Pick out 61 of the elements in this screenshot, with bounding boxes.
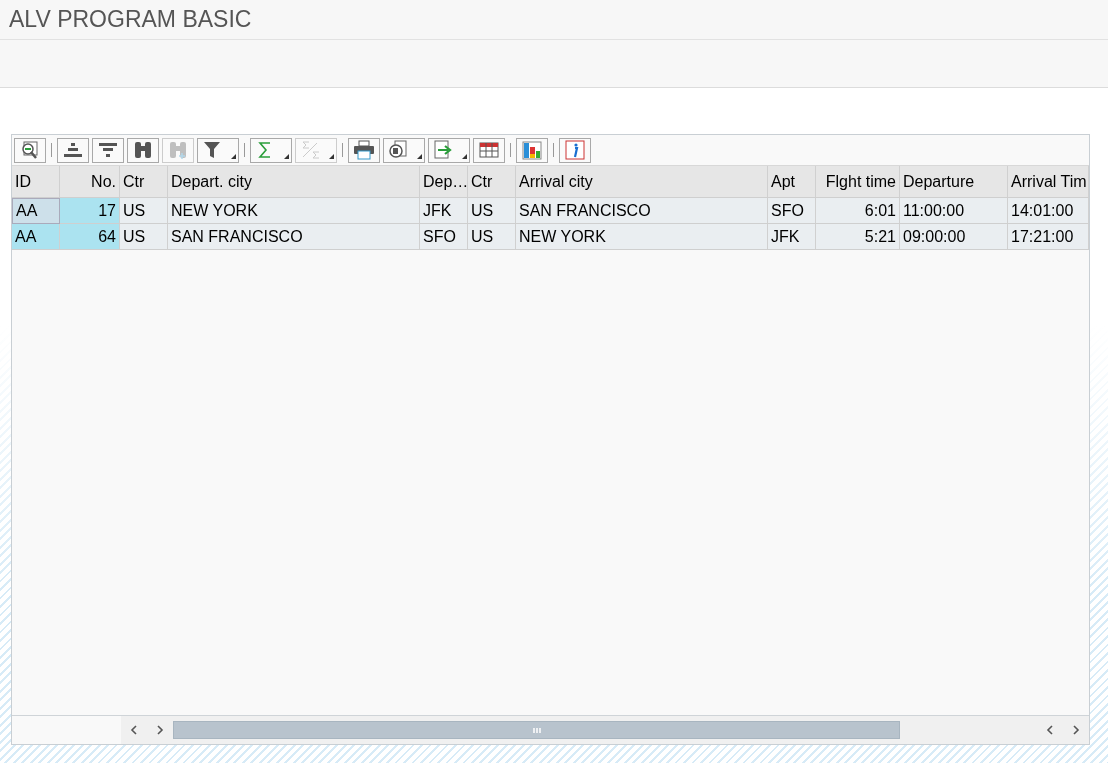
find-button[interactable] [127,137,159,163]
column-header[interactable]: Depart. city [168,166,420,198]
table-cell: 5:21 [816,224,900,250]
table-cell: SFO [768,198,816,224]
table-cell: 09:00:00 [900,224,1008,250]
info-button[interactable] [559,137,591,163]
column-header[interactable]: Ctr [120,166,168,198]
table-cell: 11:00:00 [900,198,1008,224]
table-cell: AA [12,224,60,250]
magnifier-list-icon [19,140,41,160]
table-cell: US [468,224,516,250]
layout-button[interactable] [473,137,505,163]
sort-ascending-icon [62,140,84,160]
info-icon [564,140,586,160]
scroll-right-icon[interactable] [1063,716,1089,744]
table-cell: NEW YORK [168,198,420,224]
filter-button[interactable] [197,137,239,163]
column-header[interactable]: Dep… [420,166,468,198]
table-cell: SFO [420,224,468,250]
graphic-button[interactable] [516,137,548,163]
table-cell: JFK [768,224,816,250]
table-cell: 17 [60,198,120,224]
scroll-right-icon[interactable] [147,716,173,744]
column-header[interactable]: Flght time [816,166,900,198]
table-layout-icon [478,140,500,160]
column-header[interactable]: Ctr [468,166,516,198]
table-cell: US [468,198,516,224]
table-cell: NEW YORK [516,224,768,250]
print-button[interactable] [348,137,380,163]
table-cell: 6:01 [816,198,900,224]
details-button[interactable] [14,137,46,163]
table-cell: SAN FRANCISCO [168,224,420,250]
printer-icon [353,140,375,160]
scroll-thumb[interactable] [173,721,900,739]
window-title: ALV PROGRAM BASIC [9,6,252,33]
table-cell: 64 [60,224,120,250]
binoculars-icon [132,140,154,160]
views-icon [388,140,410,160]
scroll-left-icon[interactable] [121,716,147,744]
views-button[interactable] [383,137,425,163]
column-header[interactable]: Arrival city [516,166,768,198]
column-header[interactable]: Departure [900,166,1008,198]
column-header[interactable]: ID [12,166,60,198]
binoculars-plus-icon [167,140,189,160]
column-header[interactable]: Apt [768,166,816,198]
table-cell: US [120,224,168,250]
column-header[interactable]: No. [60,166,120,198]
sort-ascending-button[interactable] [57,137,89,163]
bar-chart-icon [521,140,543,160]
sum-button[interactable] [250,137,292,163]
table-cell: JFK [420,198,468,224]
subtotal-icon [300,140,322,160]
table-cell: 17:21:00 [1008,224,1089,250]
sort-descending-button[interactable] [92,137,124,163]
export-button[interactable] [428,137,470,163]
sort-descending-icon [97,140,119,160]
table-cell: US [120,198,168,224]
column-header[interactable]: Arrival Tim [1008,166,1089,198]
table-cell: SAN FRANCISCO [516,198,768,224]
table-cell: AA [12,198,60,224]
table-cell: 14:01:00 [1008,198,1089,224]
